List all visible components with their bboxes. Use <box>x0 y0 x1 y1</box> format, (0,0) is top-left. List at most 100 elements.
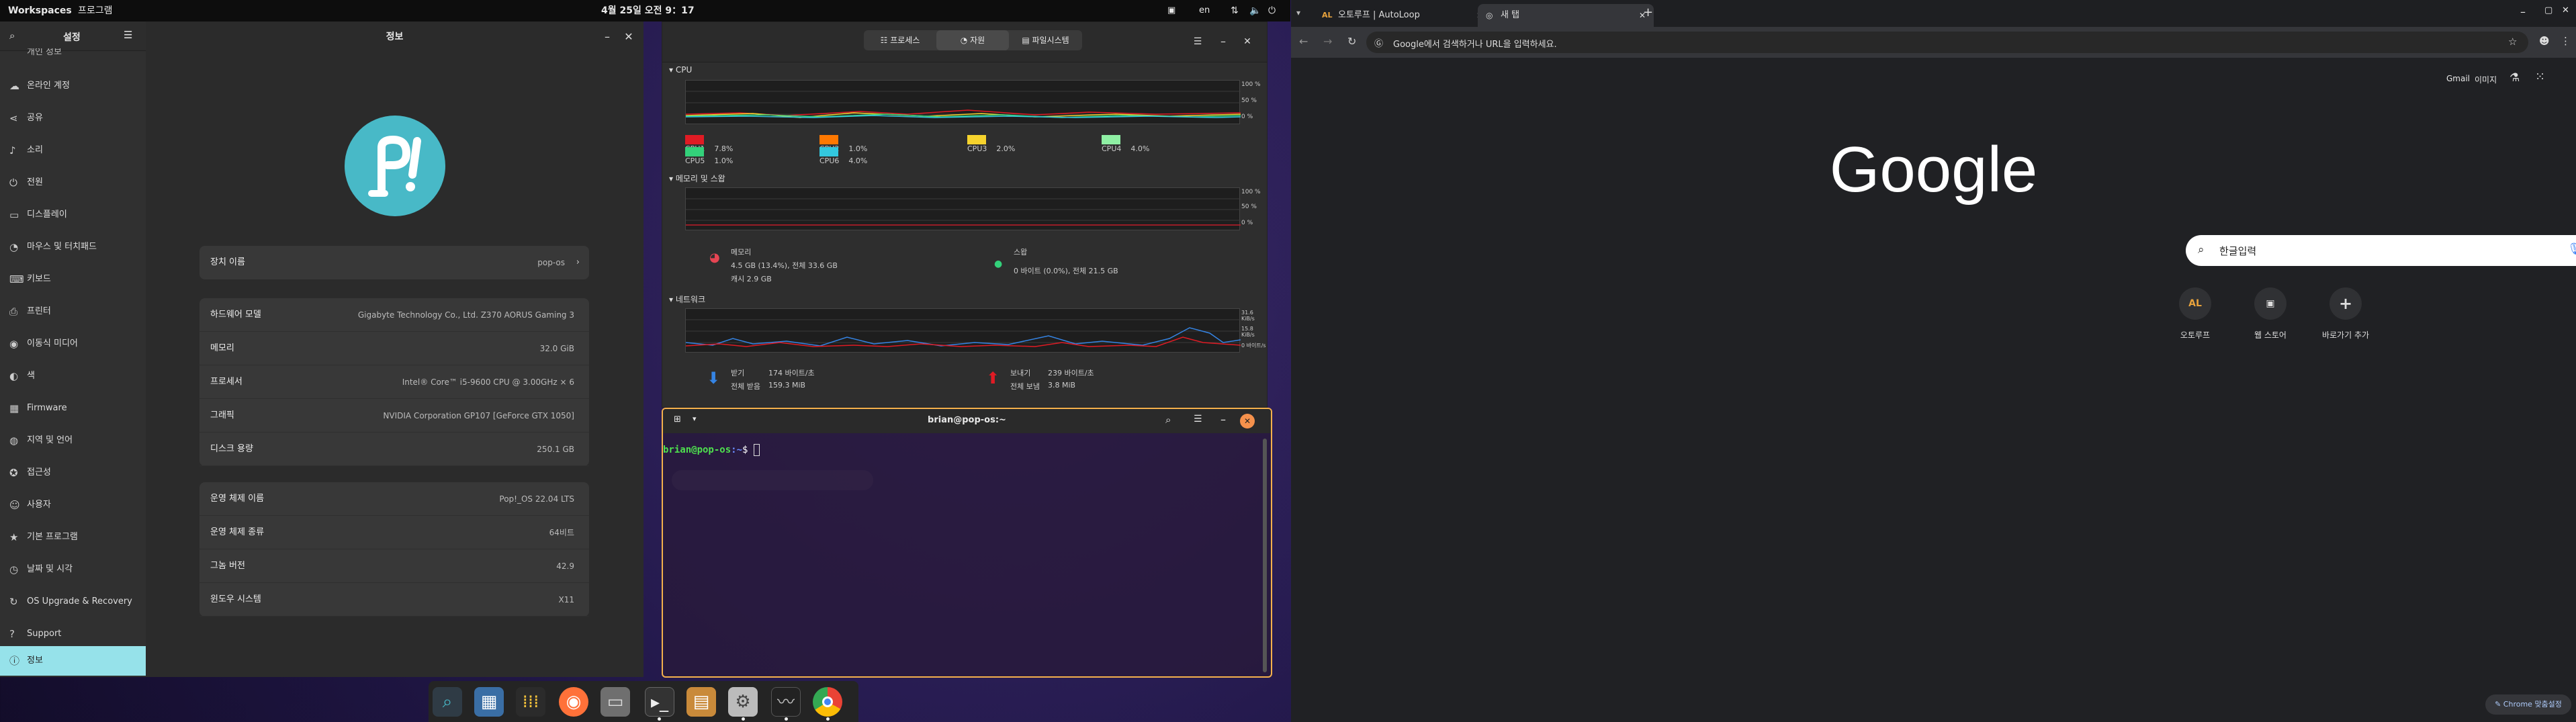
sidebar-item-mouse[interactable]: ◔ 마우스 및 터치패드 <box>0 232 146 262</box>
color-swatch[interactable] <box>819 135 838 144</box>
tab-processes[interactable]: ☷ 프로세스 <box>864 30 936 50</box>
memory-section-header[interactable]: ▾ 메모리 및 스왑 <box>669 173 725 184</box>
download-arrow-icon: ⬇ <box>707 369 721 388</box>
search-icon[interactable]: ⌕ <box>1165 414 1171 426</box>
network-history-graph <box>685 308 1241 353</box>
sidebar-item-info[interactable]: ⓘ 정보 <box>0 646 146 676</box>
sidebar-item-printer[interactable]: ⎙ 프린터 <box>0 297 146 326</box>
device-name-row[interactable]: 장치 이름 pop-os › <box>199 246 589 279</box>
sidebar-item-accessibility[interactable]: ✪ 접근성 <box>0 458 146 488</box>
menu-icon[interactable]: ☰ <box>1189 33 1206 50</box>
sidebar-item-sound[interactable]: ♪ 소리 <box>0 136 146 165</box>
new-tab-button[interactable]: + <box>1643 5 1653 19</box>
dock: ⌕ ▦ ⁞⁞⁞ ◉ ▭ ▸_ ▤ ⚙ 〰 <box>429 681 858 722</box>
power-icon[interactable]: ⏻ <box>1268 0 1276 21</box>
sidebar-item-power[interactable]: ⏻ 전원 <box>0 168 146 197</box>
search-box[interactable]: ⌕ 한글입력 🎙 ◎ <box>2186 235 2576 266</box>
dock-apps-grid-icon[interactable]: ⁞⁞⁞ <box>516 687 545 717</box>
dock-system-monitor-icon[interactable]: 〰 <box>771 687 801 717</box>
cpu-section-header[interactable]: ▾ CPU <box>669 65 692 75</box>
menu-icon[interactable]: ☰ <box>1194 414 1202 424</box>
tab-resources[interactable]: ◔ 자원 <box>936 30 1009 50</box>
minimize-button[interactable]: – <box>1220 413 1226 426</box>
cpu-legend-item: CPU4 4.0% <box>1102 135 1149 153</box>
sidebar-item-cloud[interactable]: ☁ 온라인 계정 <box>0 71 146 101</box>
sidebar-item-firmware[interactable]: ▦ Firmware <box>0 394 146 423</box>
close-button[interactable]: ✕ <box>2562 5 2569 15</box>
color-swatch[interactable] <box>685 147 704 156</box>
network-icon[interactable]: ⇅ <box>1231 0 1239 21</box>
sidebar-item-keyboard[interactable]: ⌨ 키보드 <box>0 265 146 294</box>
forward-button[interactable]: → <box>1323 35 1332 48</box>
color-swatch[interactable] <box>685 135 704 144</box>
sidebar-item-privacy[interactable]: 개인 정보 <box>0 48 146 62</box>
search-input[interactable]: 한글입력 <box>2219 244 2256 258</box>
dock-terminal-icon[interactable]: ▸_ <box>645 687 674 717</box>
apps-grid-icon[interactable]: ⁙ <box>2535 70 2545 84</box>
minimize-button[interactable]: – <box>598 28 616 46</box>
close-button[interactable]: ✕ <box>1240 414 1255 428</box>
dock-settings-icon[interactable]: ⚙ <box>728 687 758 717</box>
color-swatch[interactable] <box>1102 135 1120 144</box>
sidebar-item-display[interactable]: ▭ 디스플레이 <box>0 200 146 230</box>
scrollbar[interactable] <box>1263 439 1267 672</box>
y-tick: 0 % <box>1241 220 1253 226</box>
images-link[interactable]: 이미지 <box>2475 74 2497 85</box>
info-value: 32.0 GiB <box>539 344 574 353</box>
y-tick: 50 % <box>1241 204 1257 210</box>
back-button[interactable]: ← <box>1299 35 1308 48</box>
tab-autoloop[interactable]: AL 오토루프 | AutoLoop ✕ <box>1315 4 1491 27</box>
sidebar-item-region[interactable]: ◍ 지역 및 언어 <box>0 426 146 455</box>
dock-workspaces-icon[interactable]: ▦ <box>474 687 504 717</box>
tab-new-tab[interactable]: ◎ 새 탭 ✕ <box>1478 4 1654 27</box>
shortcut-tile[interactable]: AL 오토루프 <box>2158 287 2233 355</box>
gmail-link[interactable]: Gmail <box>2446 74 2470 83</box>
menu-icon[interactable]: ☰ <box>124 29 132 41</box>
bookmark-star-icon[interactable]: ☆ <box>2508 36 2517 48</box>
tab-search-icon[interactable]: ▾ <box>1296 8 1300 17</box>
sidebar-item-star[interactable]: ★ 기본 프로그램 <box>0 523 146 552</box>
voice-search-icon[interactable]: 🎙 <box>2567 242 2576 256</box>
color-swatch[interactable] <box>967 135 986 144</box>
dock-files-icon[interactable]: ▭ <box>601 687 630 717</box>
notification-icon[interactable]: ▣ <box>1167 0 1175 21</box>
language-indicator[interactable]: en <box>1199 0 1210 21</box>
address-input[interactable]: Google에서 검색하거나 URL을 입력하세요. <box>1393 37 1557 50</box>
labs-flask-icon[interactable]: ⚗ <box>2510 71 2520 85</box>
close-button[interactable]: ✕ <box>1239 33 1256 50</box>
sidebar-item-color[interactable]: ◐ 색 <box>0 361 146 391</box>
sidebar-item-users[interactable]: ☺ 사용자 <box>0 490 146 520</box>
sidebar-item-upgrade[interactable]: ↻ OS Upgrade & Recovery <box>0 587 146 617</box>
volume-icon[interactable]: 🔈 <box>1249 0 1261 21</box>
dock-chrome-icon[interactable] <box>813 687 842 717</box>
search-icon[interactable]: ⌕ <box>9 30 15 42</box>
shortcut-tile[interactable]: + 바로가기 추가 <box>2308 287 2383 355</box>
gauge-icon: ◔ <box>960 36 971 45</box>
address-bar[interactable]: Ⓖ Google에서 검색하거나 URL을 입력하세요. ☆ <box>1366 32 2528 53</box>
workspaces-button[interactable]: Workspaces <box>8 0 72 21</box>
customize-chrome-button[interactable]: ✎ Chrome 맞춤설정 <box>2485 694 2571 715</box>
sidebar-item-share[interactable]: ⋖ 공유 <box>0 103 146 133</box>
y-tick: 100 % <box>1241 189 1261 195</box>
sidebar-item-clock[interactable]: ◷ 날짜 및 시각 <box>0 555 146 584</box>
clock[interactable]: 4월 25일 오전 9：17 <box>601 0 695 21</box>
network-section-header[interactable]: ▾ 네트워크 <box>669 294 705 305</box>
sidebar-item-support[interactable]: ? Support <box>0 619 146 649</box>
kebab-menu-icon[interactable]: ⋮ <box>2561 35 2571 47</box>
terminal-window[interactable]: ⊞ ▾ brian@pop-os:~ ⌕ ☰ – ✕ brian@pop-os:… <box>662 408 1272 678</box>
tab-filesystems[interactable]: ▤ 파일시스템 <box>1009 30 1082 50</box>
color-swatch[interactable] <box>819 147 838 156</box>
profile-icon[interactable]: ☻ <box>2539 35 2550 47</box>
sidebar-item-media[interactable]: ◉ 이동식 미디어 <box>0 329 146 359</box>
close-button[interactable]: ✕ <box>620 28 637 46</box>
shortcut-tile[interactable]: ▣ 웹 스토어 <box>2233 287 2308 355</box>
minimize-button[interactable]: – <box>2520 5 2526 18</box>
reload-button[interactable]: ↻ <box>1347 35 1356 48</box>
dock-firefox-icon[interactable]: ◉ <box>559 687 588 717</box>
minimize-button[interactable]: – <box>1214 33 1232 50</box>
dock-search-icon[interactable]: ⌕ <box>433 687 462 717</box>
power-icon: ⏻ <box>9 177 17 189</box>
dock-store-icon[interactable]: ▤ <box>686 687 716 717</box>
applications-button[interactable]: 프로그램 <box>78 0 113 21</box>
maximize-button[interactable]: ▢ <box>2544 5 2552 15</box>
